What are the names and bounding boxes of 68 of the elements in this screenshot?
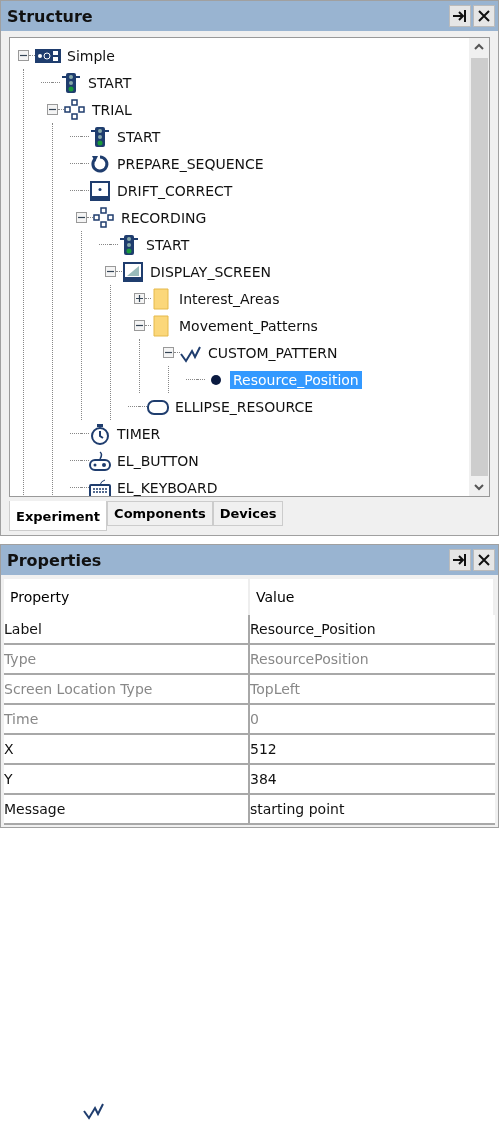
tree-item[interactable]: START [114,127,164,146]
minus-icon [20,52,27,59]
traffic-light-icon [60,71,82,94]
minus-icon [136,322,143,329]
collapse-toggle[interactable] [76,212,87,223]
minus-icon [165,349,172,356]
tree-item[interactable]: EL_KEYBOARD [114,478,221,496]
scrollbar[interactable] [469,38,489,496]
tree-item[interactable]: EL_BUTTON [114,451,202,470]
tree-item[interactable]: Movement_Patterns [176,316,321,335]
loop-nodes-icon [93,206,115,229]
tree-item[interactable]: RECORDING [118,208,210,227]
stopwatch-icon [89,422,111,445]
traffic-light-icon [89,125,111,148]
collapse-toggle[interactable] [47,104,58,115]
tree-item[interactable]: DISPLAY_SCREEN [147,262,274,281]
collapse-toggle[interactable] [18,50,29,61]
property-value[interactable]: 384 [250,765,495,793]
collapse-toggle[interactable] [105,266,116,277]
property-value[interactable]: 512 [250,735,495,763]
minus-icon [78,214,85,221]
minus-icon [107,268,114,275]
tree-item[interactable]: TIMER [114,424,164,443]
tree-item[interactable]: Simple [64,46,118,65]
property-value[interactable]: Resource_Position [250,615,495,643]
property-name: Type [4,645,250,673]
tree-item[interactable]: PREPARE_SEQUENCE [114,154,267,173]
close-button[interactable] [473,549,495,571]
close-icon [478,554,490,566]
collapse-toggle[interactable] [163,347,174,358]
loop-nodes-icon [64,98,86,121]
property-name: Label [4,615,250,643]
property-name: Message [4,795,250,823]
tree-item[interactable]: ELLIPSE_RESOURCE [172,397,317,416]
minus-icon [49,106,56,113]
property-value[interactable]: starting point [250,795,495,823]
monitor-dot-icon [89,179,111,202]
expand-toggle[interactable] [134,293,145,304]
close-icon [478,10,490,22]
traffic-light-icon [118,233,140,256]
tab[interactable]: Components [107,501,213,526]
panel-title: Structure [7,6,94,26]
keyboard-icon [89,476,111,496]
tree-item[interactable]: START [143,235,193,254]
pin-button[interactable] [449,5,471,27]
collapse-toggle[interactable] [134,320,145,331]
pin-button[interactable] [449,549,471,571]
property-name: Y [4,765,250,793]
tree-item[interactable]: TRIAL [89,100,135,119]
gamepad-icon [89,449,111,472]
plus-icon [136,295,143,302]
column-header[interactable]: Value [250,579,495,615]
tab[interactable]: Experiment [9,501,108,531]
property-name: Screen Location Type [4,675,250,703]
flow-diagram-icon [35,48,61,63]
arrow-to-bar-icon [453,10,467,22]
tree-item[interactable]: Interest_Areas [176,289,283,308]
column-header[interactable]: Property [4,579,250,615]
tree-item[interactable]: CUSTOM_PATTERN [205,343,341,362]
panel-title: Properties [7,550,103,570]
tree-item[interactable]: DRIFT_CORRECT [114,181,236,200]
tree-item[interactable]: START [85,73,135,92]
close-button[interactable] [473,5,495,27]
tab[interactable]: Devices [212,501,284,526]
arrow-to-bar-icon [453,554,467,566]
property-name: X [4,735,250,763]
monitor-icon [122,260,144,283]
property-name: Time [4,705,250,733]
